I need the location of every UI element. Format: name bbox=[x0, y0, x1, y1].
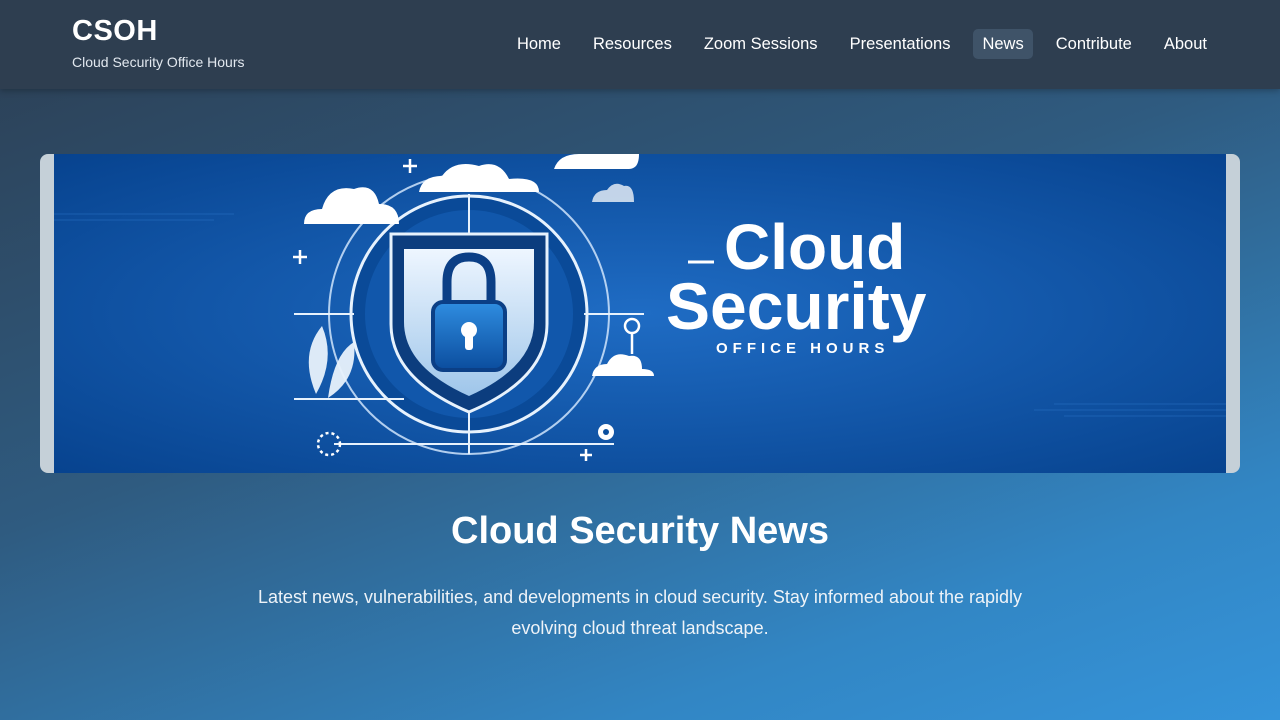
nav-about[interactable]: About bbox=[1155, 29, 1216, 59]
page-description: Latest news, vulnerabilities, and develo… bbox=[257, 587, 1023, 638]
site-logo-title[interactable]: CSOH bbox=[72, 14, 244, 48]
brand[interactable]: CSOH Cloud Security Office Hours bbox=[72, 14, 244, 70]
hero-title-line3: OFFICE HOURS bbox=[716, 340, 889, 357]
nav-resources[interactable]: Resources bbox=[584, 29, 681, 59]
site-subtitle: Cloud Security Office Hours bbox=[72, 54, 245, 70]
hero-banner-image: Cloud Security OFFICE HOURS bbox=[54, 154, 1226, 473]
hero-title-line2: Security bbox=[666, 269, 927, 343]
nav-home[interactable]: Home bbox=[508, 29, 570, 59]
hero-banner: Cloud Security OFFICE HOURS bbox=[40, 154, 1240, 473]
nav-presentations[interactable]: Presentations bbox=[841, 29, 960, 59]
page-title: Cloud Security News bbox=[451, 510, 829, 552]
main-nav: Home Resources Zoom Sessions Presentatio… bbox=[494, 29, 1216, 59]
gear-icon bbox=[598, 424, 614, 440]
site-header: CSOH Cloud Security Office Hours Home Re… bbox=[0, 0, 1280, 89]
nav-news[interactable]: News bbox=[973, 29, 1033, 59]
nav-zoom-sessions[interactable]: Zoom Sessions bbox=[695, 29, 827, 59]
nav-contribute[interactable]: Contribute bbox=[1047, 29, 1141, 59]
